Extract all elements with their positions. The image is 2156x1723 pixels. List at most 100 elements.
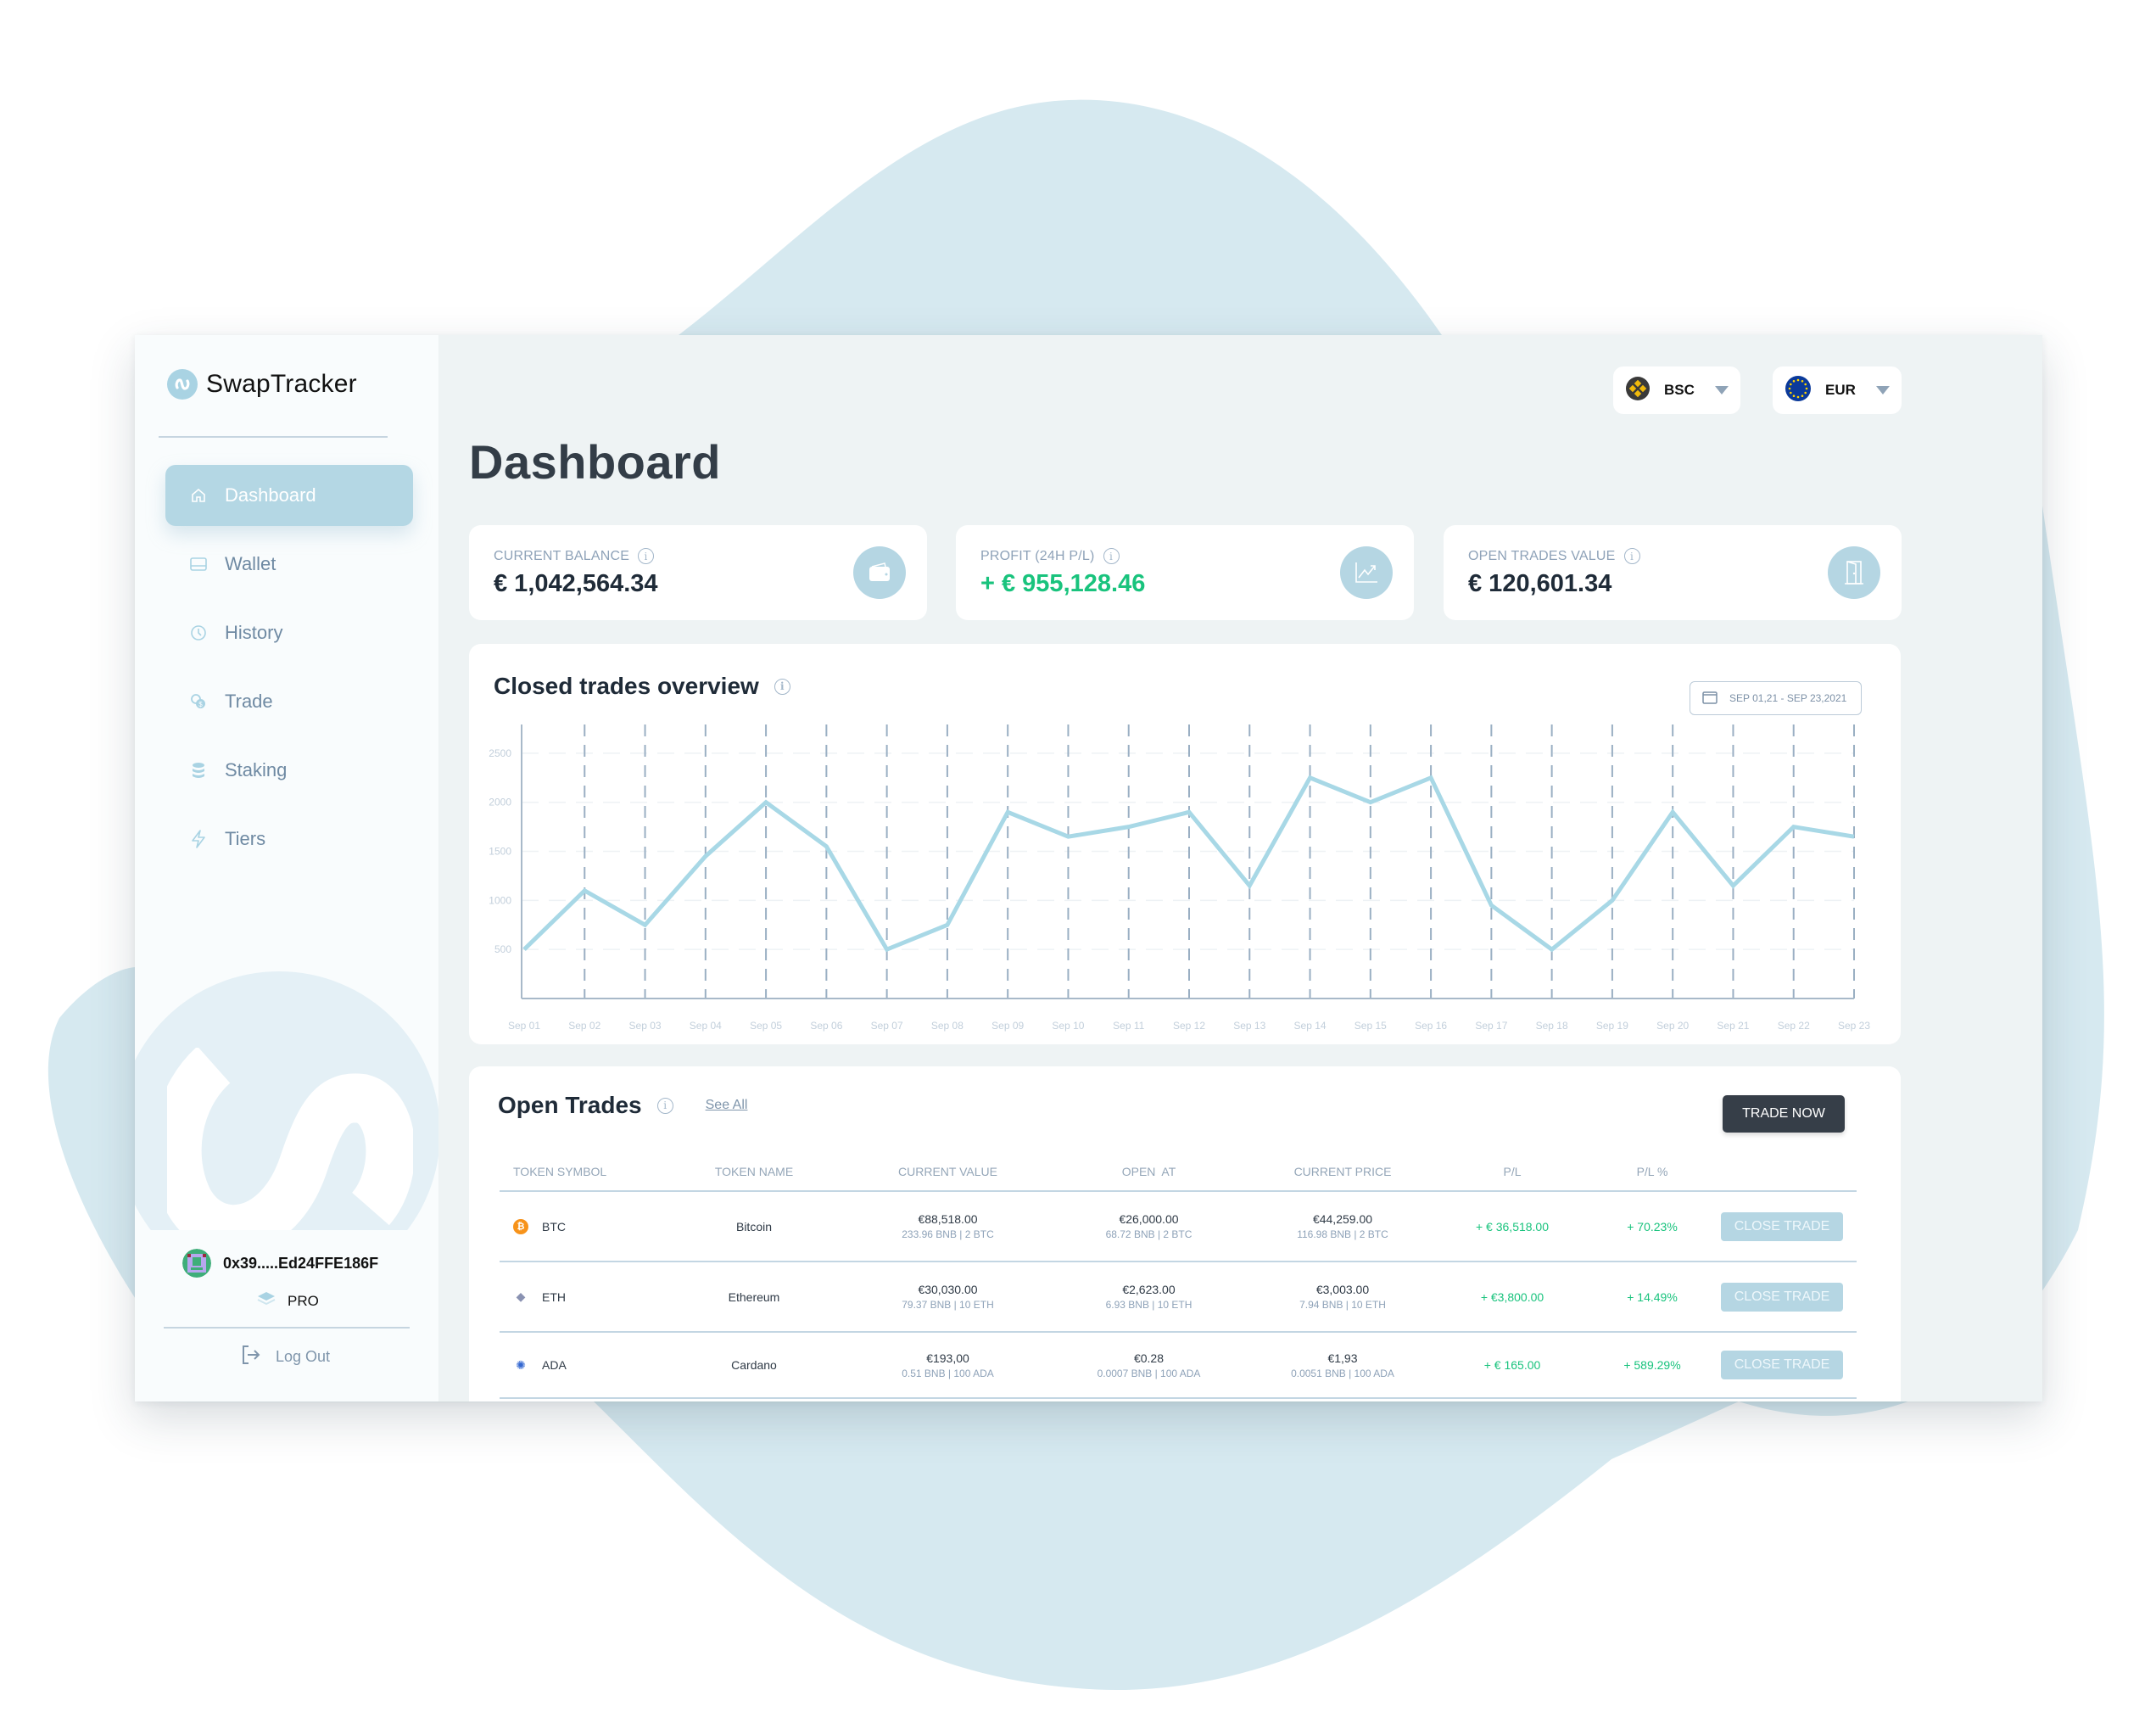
network-selector[interactable]: BSC: [1613, 366, 1740, 414]
x-tick-label: Sep 01: [508, 1020, 540, 1032]
column-header[interactable]: P/L %: [1589, 1165, 1716, 1178]
x-tick-label: Sep 15: [1354, 1020, 1387, 1032]
sidebar-item-wallet[interactable]: Wallet: [165, 534, 413, 595]
close-trade-button[interactable]: CLOSE TRADE: [1721, 1351, 1843, 1379]
x-tick-label: Sep 06: [810, 1020, 842, 1032]
stat-value: + € 955,128.46: [980, 570, 1146, 597]
table-row: ₿ BTC Bitcoin €88,518.00 233.96 BNB | 2 BTC €…: [500, 1192, 1857, 1262]
current-price: €1,93: [1327, 1351, 1358, 1365]
current-value-sub: 79.37 BNB | 10 ETH: [902, 1299, 994, 1311]
column-header[interactable]: OPEN AT: [1048, 1165, 1249, 1178]
wallet-icon: [853, 546, 906, 599]
x-tick-label: Sep 17: [1475, 1020, 1507, 1032]
sidebar-item-trade[interactable]: $ Trade: [165, 671, 413, 732]
column-header[interactable]: TOKEN SYMBOL: [500, 1165, 661, 1178]
door-icon: [1828, 546, 1880, 599]
stat-card-current-balance: CURRENT BALANCE i € 1,042,564.34: [469, 525, 927, 620]
token-symbol: ETH: [542, 1289, 566, 1304]
clock-icon: [189, 624, 208, 642]
token-name: Cardano: [731, 1358, 777, 1372]
btc-coin-icon: ₿: [513, 1218, 528, 1234]
see-all-link[interactable]: See All: [706, 1098, 748, 1113]
current-value: €30,030.00: [918, 1283, 978, 1296]
profit-loss: + € 36,518.00: [1475, 1219, 1550, 1234]
sidebar-item-label: Tiers: [225, 828, 266, 849]
wallet-address: 0x39.....Ed24FFE186F: [223, 1254, 379, 1272]
logout-button[interactable]: Log Out: [240, 1344, 330, 1370]
x-tick-label: Sep 07: [871, 1020, 903, 1032]
info-icon[interactable]: i: [1623, 548, 1640, 564]
column-header[interactable]: CURRENT VALUE: [847, 1165, 1048, 1178]
profit-loss: + €3,800.00: [1480, 1289, 1544, 1304]
coins-icon: $: [189, 692, 208, 711]
table-header: TOKEN SYMBOL TOKEN NAME CURRENT VALUE OP…: [500, 1153, 1857, 1192]
open-trades-header: Open Trades i See All: [498, 1092, 747, 1119]
sidebar-item-tiers[interactable]: Tiers: [165, 808, 413, 870]
open-at-sub: 6.93 BNB | 10 ETH: [1105, 1299, 1193, 1311]
app-logo[interactable]: SwapTracker: [167, 369, 357, 400]
sidebar: SwapTracker Dashboard Wallet History $ T…: [135, 335, 438, 1401]
open-trades-title: Open Trades: [498, 1092, 642, 1118]
lightning-icon: [189, 830, 208, 848]
table-row: ✺ ADA Cardano €193,00 0.51 BNB | 100 ADA €0.2…: [500, 1333, 1857, 1399]
profit-loss-percent: + 589.29%: [1623, 1358, 1681, 1372]
stat-label: PROFIT (24H P/L) i: [980, 548, 1120, 564]
current-value-cell: €88,518.00 233.96 BNB | 2 BTC: [847, 1212, 1048, 1240]
sidebar-item-history[interactable]: History: [165, 602, 413, 663]
stat-label-text: OPEN TRADES VALUE: [1468, 548, 1616, 563]
currency-selected: EUR: [1825, 382, 1856, 398]
info-icon[interactable]: i: [638, 548, 655, 564]
open-at-sub: 0.0007 BNB | 100 ADA: [1097, 1367, 1201, 1379]
close-trade-button[interactable]: CLOSE TRADE: [1721, 1211, 1843, 1241]
stat-label: OPEN TRADES VALUE i: [1468, 548, 1640, 564]
trade-now-button[interactable]: TRADE NOW: [1723, 1095, 1845, 1133]
close-trade-button[interactable]: CLOSE TRADE: [1721, 1282, 1843, 1312]
stat-label-text: PROFIT (24H P/L): [980, 548, 1095, 563]
info-icon[interactable]: i: [1103, 548, 1120, 564]
sidebar-s-logo-decoration: [167, 1048, 413, 1243]
currency-selector[interactable]: EUR: [1773, 366, 1902, 414]
sidebar-item-staking[interactable]: Staking: [165, 740, 413, 801]
sidebar-divider: [164, 1327, 410, 1329]
x-tick-label: Sep 16: [1415, 1020, 1447, 1032]
x-tick-label: Sep 09: [991, 1020, 1024, 1032]
series-line: [522, 775, 1855, 953]
logout-icon: [240, 1344, 262, 1370]
token-name: Bitcoin: [735, 1219, 773, 1234]
profit-loss-percent: + 70.23%: [1627, 1219, 1678, 1234]
open-at: €26,000.00: [1119, 1212, 1179, 1226]
column-header[interactable]: P/L: [1436, 1165, 1589, 1178]
x-tick-label: Sep 13: [1233, 1020, 1265, 1032]
open-at-cell: €26,000.00 68.72 BNB | 2 BTC: [1048, 1212, 1249, 1240]
y-tick-label: 1500: [489, 846, 511, 858]
column-header[interactable]: CURRENT PRICE: [1249, 1165, 1436, 1178]
wallet-icon: [189, 555, 208, 573]
user-wallet[interactable]: 0x39.....Ed24FFE186F: [182, 1249, 378, 1278]
stat-label-text: CURRENT BALANCE: [494, 548, 630, 563]
binance-icon: [1625, 376, 1651, 406]
profit-loss-percent: + 14.49%: [1627, 1289, 1678, 1304]
x-tick-label: Sep 05: [750, 1020, 782, 1032]
x-tick-label: Sep 21: [1717, 1020, 1749, 1032]
sidebar-item-label: History: [225, 622, 283, 643]
sidebar-item-dashboard[interactable]: Dashboard: [165, 465, 413, 526]
user-tier: PRO: [257, 1291, 319, 1311]
current-value: €88,518.00: [918, 1212, 978, 1226]
sidebar-item-label: Wallet: [225, 553, 276, 574]
swaptracker-logo-icon: [167, 369, 198, 400]
x-tick-label: Sep 23: [1838, 1020, 1870, 1032]
x-tick-label: Sep 04: [690, 1020, 722, 1032]
x-tick-label: Sep 11: [1113, 1020, 1144, 1032]
current-value-cell: €193,00 0.51 BNB | 100 ADA: [847, 1351, 1048, 1379]
info-icon[interactable]: i: [656, 1097, 673, 1114]
column-header[interactable]: TOKEN NAME: [661, 1165, 847, 1178]
sidebar-item-label: Trade: [225, 691, 273, 712]
logout-label: Log Out: [276, 1348, 331, 1365]
y-tick-label: 2000: [489, 797, 511, 808]
stat-label: CURRENT BALANCE i: [494, 548, 655, 564]
svg-text:$: $: [198, 701, 203, 708]
current-value-sub: 233.96 BNB | 2 BTC: [902, 1228, 994, 1240]
open-at: €2,623.00: [1122, 1283, 1176, 1296]
current-price-sub: 0.0051 BNB | 100 ADA: [1291, 1367, 1394, 1379]
open-at-cell: €2,623.00 6.93 BNB | 10 ETH: [1048, 1283, 1249, 1311]
